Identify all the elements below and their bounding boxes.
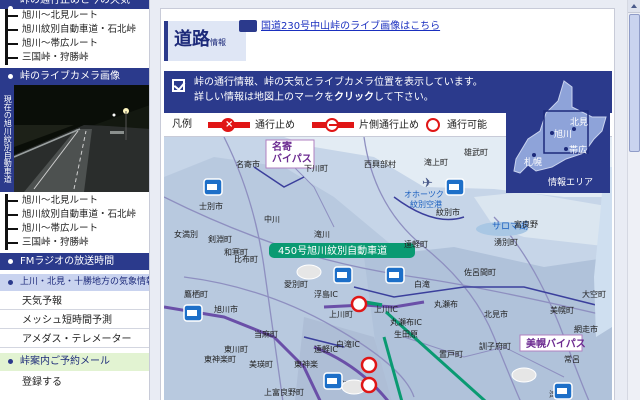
open-road-icon [426,118,442,132]
map-place-label: 剣淵町 [208,234,232,244]
page-scrollbar[interactable] [627,0,640,400]
map-place-label: 女満別 [174,229,198,239]
map-place-label: 佐呂間町 [464,267,496,277]
road-header: 道路情報 国道230号中山峠のライブ画像はこちら [161,9,614,71]
sidebar-register-link[interactable]: 登録する [0,375,149,391]
camera-photo [14,85,149,192]
sidebar-header-mail[interactable]: 峠案内ご予約メール [0,353,149,371]
map-place-label: 滝川 [314,229,330,239]
sidebar-route-link[interactable]: 三国峠・狩勝峠 [0,236,149,250]
sidebar-route-link[interactable]: 旭川紋別自動車道・石北峠 [0,208,149,222]
sidebar-header-weather[interactable]: 上川・北見・十勝地方の気象情報 [0,274,149,291]
main-content: 道路情報 国道230号中山峠のライブ画像はこちら 峠の通行情報、峠の天気とライブ… [160,8,615,400]
map-place-label: 訓子府町 [479,341,511,351]
legend-label: 凡例 [172,119,192,130]
closed-road-icon: × [208,118,250,132]
camera-icon [239,20,257,32]
map-place-label: 北見市 [484,309,508,319]
map-place-label: 名寄市 [236,159,260,169]
legend-one-side: 片側通行止め [312,118,419,133]
map-place-label: 美瑛町 [249,359,273,369]
map-place-label: 大空町 [582,289,606,299]
checkbox-icon [172,79,185,92]
live-image-link[interactable]: 国道230号中山峠のライブ画像はこちら [239,17,440,32]
map-label-expressway: 450号旭川紋別自動車道 [278,244,387,257]
sidebar-route-link[interactable]: 旭川紋別自動車道・石北峠 [0,23,149,37]
svg-text:札幌: 札幌 [524,156,542,168]
map-place-label: 雄武町 [464,147,488,157]
map-place-label: 旭川市 [214,304,238,314]
open-road-marker[interactable] [350,295,368,313]
map-place-label: 中川 [264,214,280,224]
map-place-label: 愛別町 [284,279,308,289]
map-place-label: 浮島IC [314,289,338,299]
map-place-label: 鷹栖町 [184,289,208,299]
svg-text:北見: 北見 [570,117,588,128]
sidebar-weather-link[interactable]: メッシュ短時間予測 [0,313,149,329]
scroll-thumb[interactable] [629,14,640,152]
map-place-label: 白滝 [414,279,430,289]
open-road-marker[interactable] [360,376,378,394]
map-place-label: 生田原 [394,329,418,339]
legend-closed: × 通行止め [208,118,295,133]
map-place-label: 西興部村 [364,159,396,169]
map-place-label: 東神楽 [294,359,318,369]
map-place-label: 常呂 [564,355,580,364]
map-place-label: 富良野 [514,219,538,229]
sidebar-header-fm-radio[interactable]: FMラジオの放送時間 [0,253,149,270]
map-place-label: 上川IC [374,305,398,314]
sidebar-route-link[interactable]: 三国峠・狩勝峠 [0,51,149,65]
hokkaido-minimap[interactable]: 旭川 北見 帯広 札幌 情報エリア [506,73,610,193]
map-place-label: 下川町 [304,164,328,173]
info-click-word: クリック [334,92,374,103]
map-label-bihoro-bypass: 美幌バイパス [526,337,586,350]
map-label-meiyo-bypass: 名寄 [272,140,292,153]
legend-open: 通行可能 [426,118,487,133]
cloud-weather-icon[interactable] [511,367,537,383]
map-place-label: 和寒町 [224,247,248,257]
map-place-label: 遠軽IC [314,344,338,354]
sidebar-weather-link[interactable]: アメダス・テレメーター [0,332,149,348]
sidebar-route-link[interactable]: 旭川～帯広ルート [0,37,149,51]
map-place-label: 上川町 [329,310,353,319]
map-place-label: 上富良野町 [264,387,304,397]
map-place-label: 白滝IC [336,339,360,349]
map-place-label: 丸瀬布 [434,299,458,309]
page-title: 道路情報 [164,21,246,61]
camera-side-caption: 現在の旭川紋別自動車道 [0,85,14,192]
svg-text:帯広: 帯広 [569,144,587,156]
map-place-label: 置戸町 [439,350,463,359]
sidebar-header-pass-status[interactable]: 峠の通行止めと今の天気 [0,0,149,9]
sidebar-route-link[interactable]: 旭川～北見ルート [0,194,149,208]
svg-text:情報エリア: 情報エリア [548,176,593,188]
svg-text:オホーツク: オホーツク [404,190,444,199]
live-camera-image[interactable]: 現在の旭川紋別自動車道 [0,85,149,192]
map-place-label: 紋別市 [436,207,460,217]
sidebar-header-live-camera[interactable]: 峠のライブカメラ画像 [0,68,149,85]
one-side-closed-icon [312,118,354,132]
map-place-label: 東神楽町 [204,354,236,364]
sidebar-weather-link[interactable]: 天気予報 [0,294,149,310]
map-place-label: 士別市 [199,201,223,211]
map-place-label: 網走市 [574,324,598,334]
airport-icon: ✈ [422,176,433,191]
cloud-weather-icon[interactable] [296,264,322,280]
map-place-label: 遠軽町 [404,239,428,249]
map-place-label: 当麻町 [254,329,278,339]
sidebar: 峠の通行止めと今の天気 旭川～北見ルート 旭川紋別自動車道・石北峠 旭川～帯広ル… [0,0,150,400]
map-place-label: 滝上町 [424,157,448,167]
map-place-label: 東川町 [224,344,248,354]
sidebar-route-link[interactable]: 旭川～北見ルート [0,9,149,23]
map-place-label: 丸瀬布IC [390,317,422,327]
map-place-label: 美幌町 [550,305,574,315]
map-place-label: 湧別町 [494,237,518,247]
svg-text:旭川: 旭川 [554,128,572,140]
scroll-up-button[interactable] [628,0,640,13]
open-road-marker[interactable] [360,356,378,374]
sidebar-route-link[interactable]: 旭川～帯広ルート [0,222,149,236]
